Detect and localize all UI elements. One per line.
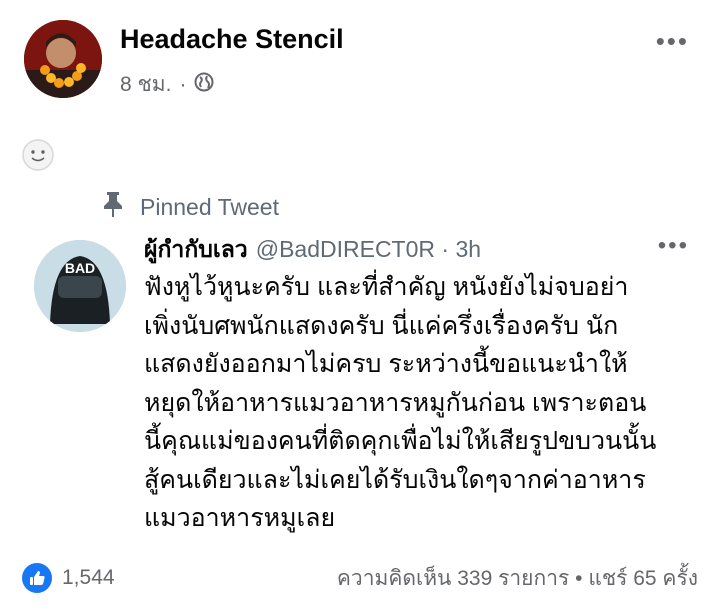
post-time[interactable]: 8 ชม.	[120, 68, 171, 101]
reaction-summary[interactable]: 1,544	[22, 563, 115, 593]
post-more-options-button[interactable]: •••	[656, 26, 689, 57]
tweet-text: ฟังหูไว้หูนะครับ และที่สำคัญ หนังยังไม่จ…	[144, 268, 704, 538]
pin-icon	[100, 190, 126, 224]
tweet-header: ผู้กำกับเลว @BadDIRECT0R · 3h	[144, 232, 481, 268]
tweet-time[interactable]: · 3h	[441, 236, 481, 262]
post-meta: 8 ชม. ·	[120, 68, 214, 101]
tweet-display-name[interactable]: ผู้กำกับเลว	[144, 236, 248, 262]
tweet-author-avatar[interactable]: BAD	[34, 240, 126, 332]
tweet-text-line: นี้คุณแม่ของคนที่ติดคุกเพื่อไม่ให้เสียรู…	[144, 427, 657, 455]
tweet-handle[interactable]: @BadDIRECT0R	[256, 236, 435, 262]
pinned-tweet-label: Pinned Tweet	[140, 193, 279, 220]
like-icon	[22, 563, 52, 593]
avatar-photo	[24, 20, 102, 98]
smiley-emoji-icon	[20, 137, 56, 173]
tweet-text-line: แสดงยังออกมาไม่ครบ ระหว่างนี้ขอแนะนำให้	[144, 350, 628, 378]
share-count[interactable]: แชร์ 65 ครั้ง	[588, 567, 698, 590]
engagement-stats: ความคิดเห็น 339 รายการ • แชร์ 65 ครั้ง	[337, 562, 698, 595]
author-avatar[interactable]	[24, 20, 102, 98]
stats-separator: •	[575, 566, 583, 590]
tweet-text-line: หยุดให้อาหารแมวอาหารหมูกันก่อน เพราะตอน	[144, 388, 647, 417]
tweet-text-line: เพิ่งนับศพนักแสดงครับ นี่แค่ครึ่งเรื่องค…	[144, 311, 619, 340]
like-count[interactable]: 1,544	[62, 566, 115, 590]
meta-separator: ·	[179, 72, 187, 96]
globe-icon	[194, 72, 214, 98]
tweet-text-line: แมวอาหารหมูเลย	[144, 504, 336, 532]
avatar-bad-text: BAD	[65, 260, 95, 276]
post-footer: 1,544 ความคิดเห็น 339 รายการ • แชร์ 65 ค…	[22, 560, 698, 596]
tweet-more-options-button[interactable]: •••	[658, 232, 689, 260]
post-author-name[interactable]: Headache Stencil	[120, 24, 344, 55]
comment-count[interactable]: ความคิดเห็น 339 รายการ	[337, 567, 569, 590]
pinned-tweet-indicator: Pinned Tweet	[100, 190, 279, 224]
tweet-text-line: สู้คนเดียวและไม่เคยได้รับเงินใดๆจากค่าอา…	[144, 465, 646, 494]
tweet-text-line: ฟังหูไว้หูนะครับ และที่สำคัญ หนังยังไม่จ…	[144, 273, 629, 301]
helmet-avatar-image: BAD	[34, 240, 126, 332]
